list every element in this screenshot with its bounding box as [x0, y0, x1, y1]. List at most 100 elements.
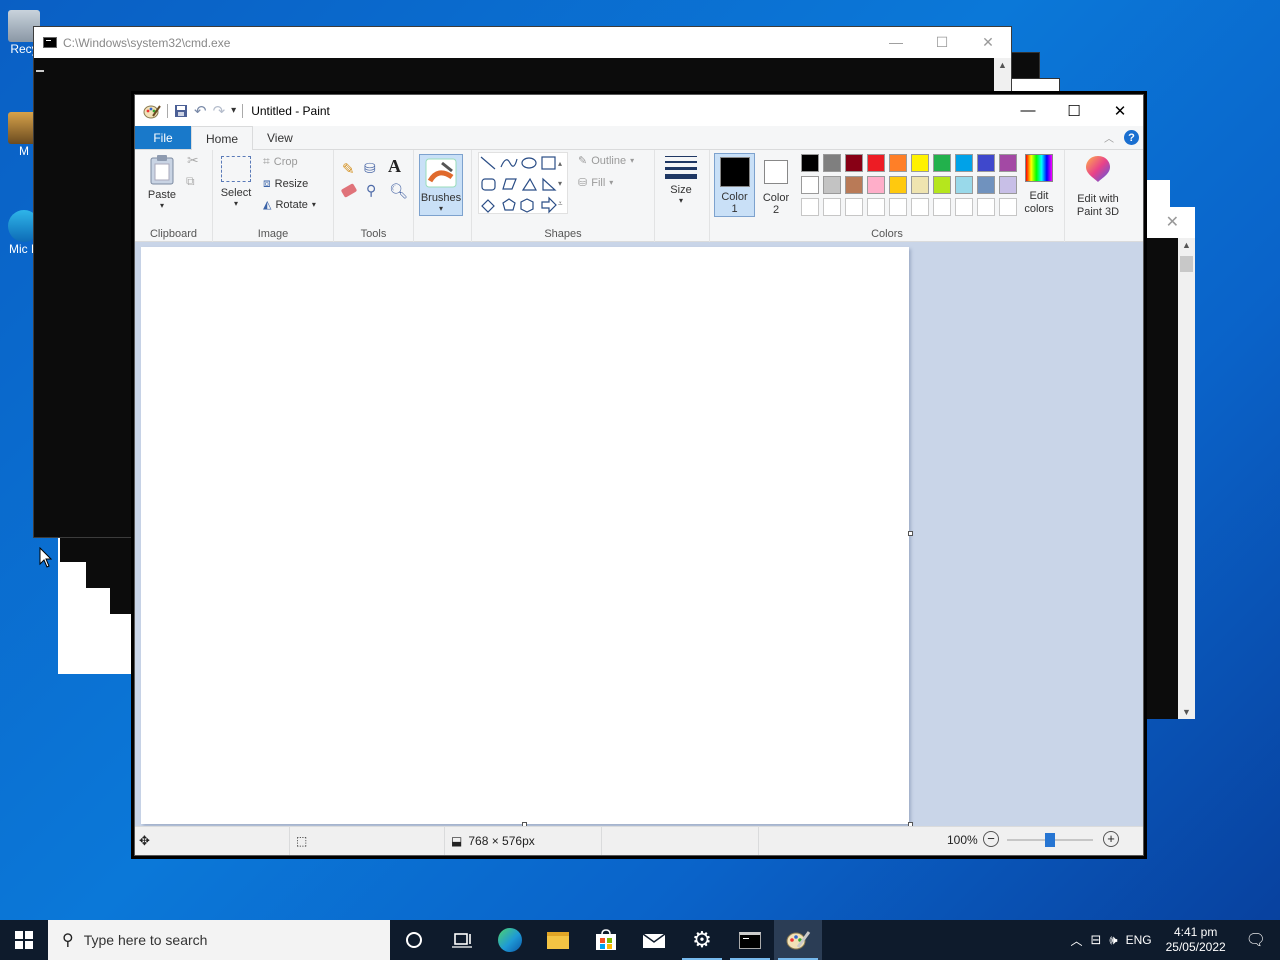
copy-icon[interactable]: ⧉: [186, 174, 195, 189]
taskbar-paint[interactable]: [774, 920, 822, 960]
task-view-button[interactable]: [438, 920, 486, 960]
close-button[interactable]: ✕: [1097, 102, 1143, 120]
palette-swatch[interactable]: [823, 154, 841, 172]
start-button[interactable]: [0, 920, 48, 960]
palette-swatch[interactable]: [911, 154, 929, 172]
scroll-up-icon[interactable]: ▲: [1182, 240, 1191, 250]
palette-swatch[interactable]: [801, 154, 819, 172]
palette-swatch[interactable]: [933, 154, 951, 172]
palette-swatch[interactable]: [911, 176, 929, 194]
file-menu[interactable]: File: [135, 126, 191, 149]
edit-with-paint3d-button[interactable]: Edit with Paint 3D: [1069, 154, 1127, 219]
taskbar-store[interactable]: [582, 920, 630, 960]
scroll-up-icon[interactable]: ▲: [998, 60, 1007, 70]
resize-button[interactable]: ⧈ Resize: [263, 176, 308, 191]
palette-swatch[interactable]: [823, 176, 841, 194]
palette-swatch[interactable]: [999, 176, 1017, 194]
outline-button[interactable]: ✎ Outline ▾: [578, 154, 634, 168]
palette-swatch[interactable]: [889, 176, 907, 194]
palette-swatch[interactable]: [801, 198, 819, 216]
pencil-icon[interactable]: ✎: [342, 160, 355, 178]
cut-icon[interactable]: ✂: [187, 152, 199, 169]
paint-app-icon[interactable]: [143, 103, 161, 119]
save-icon[interactable]: [174, 104, 188, 118]
paste-button[interactable]: Paste ▾: [145, 154, 179, 210]
brushes-button[interactable]: Brushes ▾: [419, 154, 463, 216]
maximize-button[interactable]: ☐: [919, 34, 965, 51]
canvas-area[interactable]: [135, 242, 1143, 827]
zoom-in-button[interactable]: +: [1103, 831, 1119, 847]
select-button[interactable]: Select ▾: [219, 156, 253, 208]
help-icon[interactable]: ?: [1124, 130, 1139, 145]
collapse-ribbon-icon[interactable]: ︿: [1104, 130, 1114, 145]
paint-window[interactable]: ↶ ↷ ▾ Untitled - Paint — ☐ ✕ File Home V…: [134, 94, 1144, 856]
palette-swatch[interactable]: [999, 198, 1017, 216]
palette-swatch[interactable]: [845, 154, 863, 172]
search-box[interactable]: ⚲ Type here to search: [48, 920, 390, 960]
crop-button[interactable]: ⌗ Crop: [263, 154, 298, 169]
zoom-slider[interactable]: [1007, 833, 1093, 847]
scroll-down-icon[interactable]: ▼: [1182, 707, 1191, 717]
palette-swatch[interactable]: [977, 154, 995, 172]
volume-icon[interactable]: 🕪︎: [1109, 932, 1117, 948]
magnifier-icon[interactable]: 🔍︎: [389, 182, 408, 200]
palette-swatch[interactable]: [933, 198, 951, 216]
color-picker-icon[interactable]: ⚲: [366, 182, 376, 199]
palette-swatch[interactable]: [867, 154, 885, 172]
palette-swatch[interactable]: [889, 198, 907, 216]
palette-swatch[interactable]: [845, 176, 863, 194]
minimize-button[interactable]: —: [873, 34, 919, 51]
paint-titlebar[interactable]: ↶ ↷ ▾ Untitled - Paint — ☐ ✕: [135, 95, 1143, 126]
undo-icon[interactable]: ↶: [194, 102, 207, 120]
cmd-titlebar[interactable]: C:\Windows\system32\cmd.exe — ☐ ✕: [34, 27, 1011, 58]
taskbar-edge[interactable]: [486, 920, 534, 960]
taskbar-file-explorer[interactable]: [534, 920, 582, 960]
tab-home[interactable]: Home: [191, 126, 254, 150]
zoom-slider-thumb[interactable]: [1045, 833, 1055, 847]
notifications-icon[interactable]: 🗨︎: [1240, 930, 1280, 950]
resize-handle-right[interactable]: [908, 531, 913, 536]
text-tool-icon[interactable]: A: [388, 156, 401, 177]
palette-swatch[interactable]: [955, 154, 973, 172]
show-hidden-icons-icon[interactable]: ︿: [1070, 932, 1082, 949]
language-indicator[interactable]: ENG: [1126, 933, 1152, 947]
maximize-button[interactable]: ☐: [1051, 102, 1097, 120]
edit-colors-button[interactable]: Edit colors: [1021, 154, 1057, 216]
redo-icon[interactable]: ↷: [213, 102, 226, 120]
palette-swatch[interactable]: [845, 198, 863, 216]
taskbar-mail[interactable]: [630, 920, 678, 960]
close-button[interactable]: ✕: [965, 34, 1011, 51]
taskbar-settings[interactable]: ⚙: [678, 920, 726, 960]
zoom-out-button[interactable]: −: [983, 831, 999, 847]
palette-swatch[interactable]: [889, 154, 907, 172]
fill-button[interactable]: ⛁ Fill ▾: [578, 176, 613, 190]
clock[interactable]: 4:41 pm 25/05/2022: [1160, 925, 1232, 955]
tab-view[interactable]: View: [253, 126, 307, 149]
palette-swatch[interactable]: [999, 154, 1017, 172]
palette-swatch[interactable]: [977, 198, 995, 216]
palette-swatch[interactable]: [823, 198, 841, 216]
palette-swatch[interactable]: [933, 176, 951, 194]
palette-swatch[interactable]: [867, 198, 885, 216]
taskbar-cmd[interactable]: [726, 920, 774, 960]
close-icon[interactable]: ✕: [1166, 212, 1179, 232]
palette-swatch[interactable]: [977, 176, 995, 194]
rotate-button[interactable]: ◭ Rotate ▾: [263, 198, 316, 212]
palette-swatch[interactable]: [867, 176, 885, 194]
drawing-canvas[interactable]: [141, 247, 909, 824]
size-button[interactable]: Size ▾: [663, 154, 699, 205]
shapes-gallery[interactable]: [478, 152, 568, 214]
customize-quick-access-icon[interactable]: ▾: [231, 105, 236, 116]
fill-bucket-icon[interactable]: ⛁: [364, 160, 376, 177]
shapes-scroll[interactable]: ▴ ▾ ⩡: [558, 154, 563, 214]
vertical-scrollbar[interactable]: ▲ ▼: [1178, 238, 1195, 719]
network-icon[interactable]: ⊟: [1091, 932, 1102, 948]
eraser-icon[interactable]: [340, 183, 358, 198]
cortana-button[interactable]: [390, 920, 438, 960]
palette-swatch[interactable]: [801, 176, 819, 194]
minimize-button[interactable]: —: [1005, 102, 1051, 120]
palette-swatch[interactable]: [955, 176, 973, 194]
palette-swatch[interactable]: [955, 198, 973, 216]
scroll-thumb[interactable]: [1180, 256, 1193, 272]
palette-swatch[interactable]: [911, 198, 929, 216]
